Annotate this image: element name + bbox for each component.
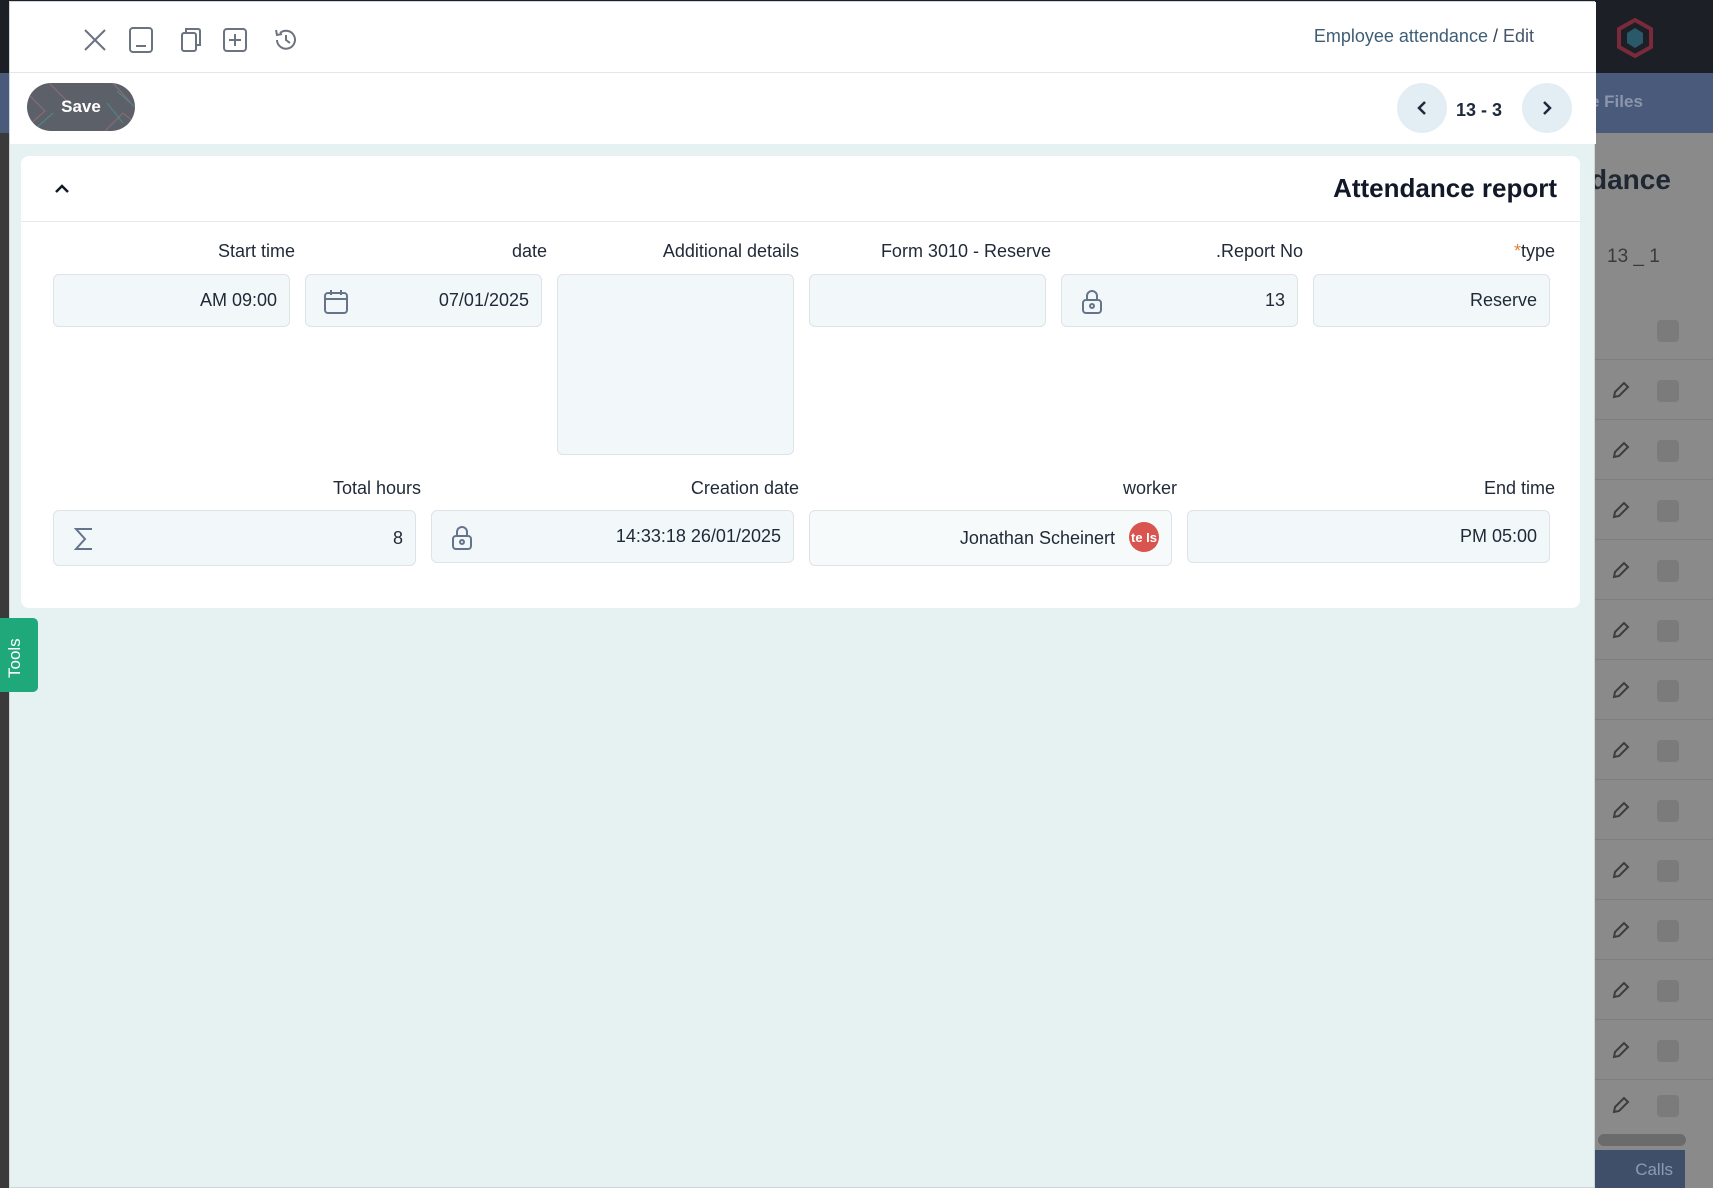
total-hours-field: 8: [53, 510, 416, 566]
modal-header: Employee attendance / Edit: [10, 2, 1596, 73]
sigma-icon: [70, 525, 98, 553]
history-button[interactable]: [270, 24, 302, 56]
pencil-icon: [1612, 621, 1630, 639]
breadcrumb: Employee attendance / Edit: [1314, 26, 1534, 47]
background-table-row: [1595, 480, 1713, 540]
app-logo-icon: [1617, 18, 1653, 58]
modal-toolbar: Save 13 - 3: [10, 73, 1596, 144]
background-page-title: dance: [1590, 164, 1671, 195]
pencil-icon: [1612, 861, 1630, 879]
report-no-label: .Report No: [1215, 241, 1303, 261]
pencil-icon: [1612, 801, 1630, 819]
end-time-value: PM 05:00: [1459, 526, 1537, 546]
copy-button[interactable]: [174, 24, 206, 56]
worker-label: worker: [1122, 478, 1177, 498]
worker-avatar-badge: te Is: [1129, 522, 1159, 552]
background-table-row: [1595, 540, 1713, 600]
breadcrumb-separator: /: [1487, 26, 1503, 46]
start-time-label: Start time: [217, 241, 295, 261]
worker-value: Jonathan Scheinert: [959, 527, 1115, 548]
background-table-row: [1595, 720, 1713, 780]
add-button[interactable]: [219, 24, 251, 56]
background-table-row: [1595, 900, 1713, 960]
collapse-section-button[interactable]: [49, 176, 75, 202]
minimize-icon: [129, 27, 153, 53]
pencil-icon: [1612, 681, 1630, 699]
additional-details-textarea[interactable]: [557, 274, 794, 455]
total-hours-label: Total hours: [332, 478, 421, 498]
pencil-icon: [1612, 1041, 1630, 1059]
card-title: Attendance report: [1333, 173, 1557, 203]
total-hours-value: 8: [392, 527, 403, 548]
copy-icon: [181, 28, 201, 52]
pencil-icon: [1612, 561, 1630, 579]
type-value: Reserve: [1469, 290, 1537, 310]
required-mark: *: [1513, 241, 1521, 261]
minimize-button[interactable]: [125, 24, 157, 56]
pencil-icon: [1612, 381, 1630, 399]
creation-date-field: 14:33:18 26/01/2025: [431, 510, 794, 563]
background-calls-tab: Calls: [1595, 1150, 1685, 1188]
tools-tab-label: Tools: [5, 638, 24, 678]
background-table-row: [1595, 840, 1713, 900]
form-3010-field[interactable]: [809, 274, 1046, 327]
background-table-row: [1595, 360, 1713, 420]
lock-icon: [448, 524, 476, 552]
close-icon: [84, 29, 106, 51]
background-table-row: [1595, 780, 1713, 840]
background-table-row: [1595, 600, 1713, 660]
background-table-row: [1595, 1020, 1713, 1080]
creation-date-label: Creation date: [690, 478, 799, 498]
date-label: date: [511, 241, 547, 261]
background-table-row: [1595, 300, 1713, 360]
edit-modal: Employee attendance / Edit Save 13 - 3 A…: [9, 1, 1596, 1188]
previous-record-button[interactable]: [1397, 83, 1447, 133]
chevron-left-icon: [1417, 101, 1426, 115]
end-time-label: End time: [1483, 478, 1555, 498]
date-field[interactable]: 07/01/2025: [305, 274, 542, 327]
attendance-report-card: Attendance report Start time date Additi…: [21, 156, 1580, 608]
form-3010-label: Form 3010 - Reserve: [880, 241, 1051, 261]
type-label: *type: [1513, 241, 1555, 261]
background-table-row: [1595, 420, 1713, 480]
report-no-value: 13: [1264, 290, 1285, 310]
pencil-icon: [1612, 501, 1630, 519]
start-time-field[interactable]: AM 09:00: [53, 274, 290, 327]
calendar-icon[interactable]: [322, 288, 350, 316]
add-icon: [223, 28, 247, 52]
background-left-strip: [0, 0, 9, 1188]
history-icon: [275, 29, 296, 50]
chevron-right-icon: [1543, 101, 1552, 115]
worker-field[interactable]: Jonathan Scheinert te Is: [809, 510, 1172, 566]
pencil-icon: [1612, 741, 1630, 759]
breadcrumb-module[interactable]: Employee attendance: [1314, 26, 1488, 46]
start-time-value: AM 09:00: [199, 290, 277, 310]
lock-icon: [1078, 288, 1106, 316]
background-record-count: 13 _ 1: [1607, 246, 1660, 267]
breadcrumb-mode: Edit: [1502, 26, 1534, 46]
background-nav-item: e Files: [1590, 92, 1643, 111]
card-header: Attendance report: [21, 156, 1580, 222]
end-time-field[interactable]: PM 05:00: [1187, 510, 1550, 563]
background-table-row: [1595, 660, 1713, 720]
next-record-button[interactable]: [1522, 83, 1572, 133]
additional-details-label: Additional details: [662, 241, 799, 261]
pencil-icon: [1612, 441, 1630, 459]
creation-date-value: 14:33:18 26/01/2025: [615, 526, 781, 546]
save-button-label: Save: [61, 97, 101, 116]
save-button[interactable]: Save: [27, 83, 135, 131]
close-button[interactable]: [79, 24, 111, 56]
background-scrollbar: [1598, 1134, 1686, 1146]
record-pager-text: 13 - 3: [1456, 100, 1503, 120]
pencil-icon: [1612, 921, 1630, 939]
pencil-icon: [1612, 1096, 1630, 1114]
chevron-up-icon: [55, 184, 69, 193]
tools-tab[interactable]: Tools: [0, 618, 38, 692]
report-no-field: 13: [1061, 274, 1298, 327]
type-select[interactable]: Reserve: [1313, 274, 1550, 327]
date-value: 07/01/2025: [438, 290, 529, 310]
background-table-row: [1595, 1075, 1713, 1135]
background-table-row: [1595, 960, 1713, 1020]
pencil-icon: [1612, 981, 1630, 999]
